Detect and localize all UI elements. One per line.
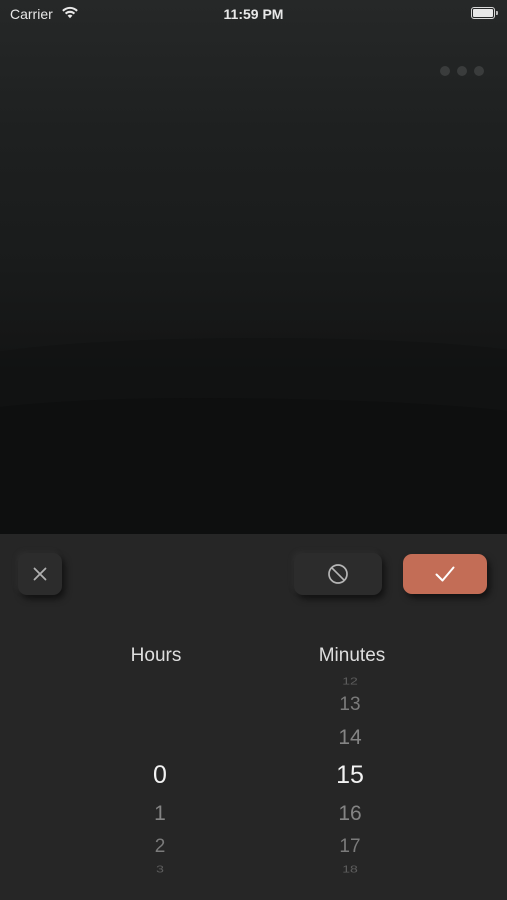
battery-icon [471, 7, 495, 19]
minutes-picker-wheel[interactable]: 12 13 14 15 16 17 18 [290, 668, 410, 884]
minutes-option[interactable]: 16 [290, 803, 410, 824]
prohibited-icon [328, 564, 348, 584]
confirm-button[interactable] [403, 554, 487, 594]
clock-time: 11:59 PM [223, 6, 284, 22]
hours-option[interactable]: 1 [100, 803, 220, 824]
minutes-option[interactable]: 14 [290, 727, 410, 748]
minutes-option[interactable]: 18 [290, 864, 410, 874]
checkmark-icon [435, 566, 455, 582]
clear-timer-button[interactable] [294, 553, 382, 595]
background-hill [0, 398, 507, 534]
ellipsis-icon [457, 66, 467, 76]
battery-cap [496, 11, 498, 15]
hours-picker-wheel[interactable]: 0 1 2 3 [100, 668, 220, 884]
minutes-column-label: Minutes [318, 645, 386, 666]
ellipsis-icon [440, 66, 450, 76]
hours-column-label: Hours [130, 645, 182, 666]
background-photo [0, 0, 507, 534]
minutes-option[interactable]: 17 [290, 837, 410, 856]
cancel-button[interactable] [18, 553, 62, 595]
close-icon [33, 567, 47, 581]
minutes-option-selected[interactable]: 15 [290, 762, 410, 788]
hours-option[interactable]: 3 [100, 864, 220, 874]
minutes-option[interactable]: 13 [290, 695, 410, 714]
more-options-button[interactable] [436, 62, 488, 80]
status-bar: Carrier 11:59 PM [0, 0, 507, 28]
ellipsis-icon [474, 66, 484, 76]
hours-option-selected[interactable]: 0 [100, 762, 220, 788]
hours-option[interactable]: 2 [100, 837, 220, 856]
minutes-option[interactable]: 12 [290, 676, 410, 686]
